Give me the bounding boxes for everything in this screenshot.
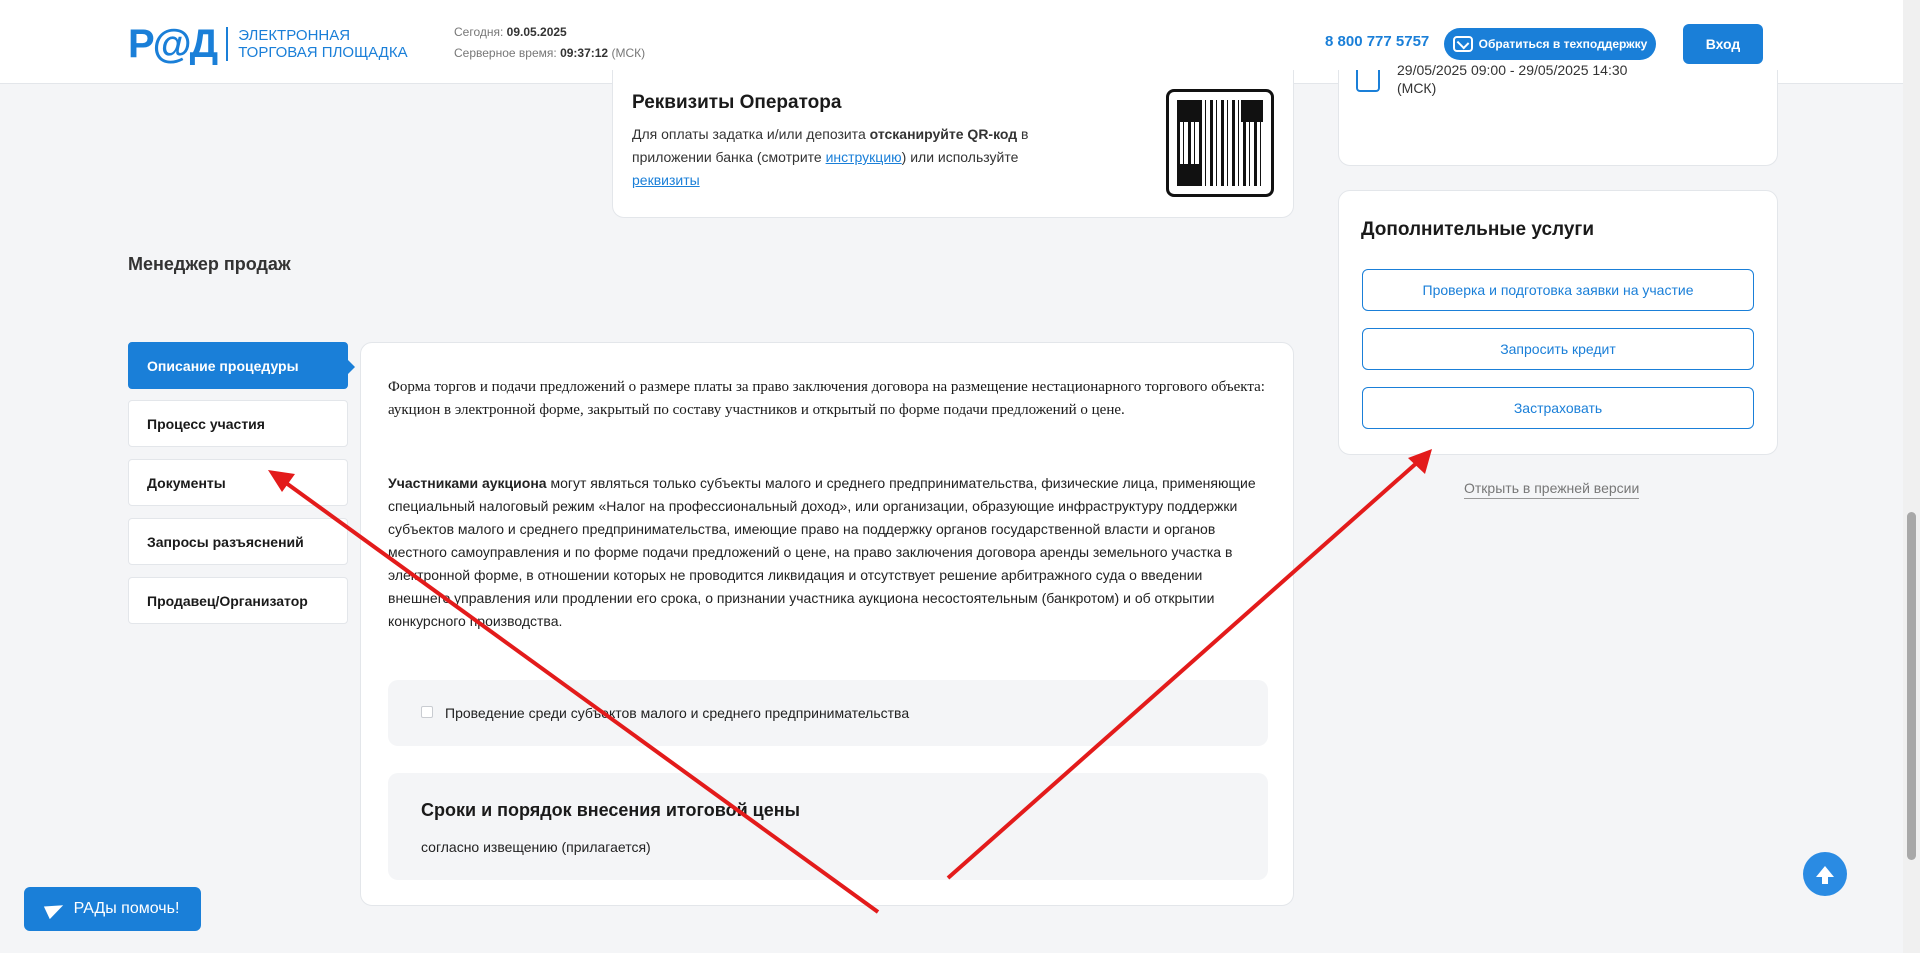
- phone-link[interactable]: 8 800 777 5757: [1325, 33, 1429, 50]
- tab-procedure-description[interactable]: Описание процедуры: [128, 342, 355, 389]
- date-info: Сегодня: 09.05.2025 Серверное время: 09:…: [454, 22, 645, 64]
- procedure-form-text: Форма торгов и подачи предложений о разм…: [388, 379, 1265, 418]
- final-price-block: Сроки и порядок внесения итоговой цены с…: [388, 773, 1268, 880]
- page-scrollbar[interactable]: [1903, 0, 1920, 953]
- support-button-label: Обратиться в техподдержку: [1478, 37, 1648, 51]
- schedule-card: 29/05/2025 09:00 - 29/05/2025 14:30 (МСК…: [1338, 62, 1778, 166]
- old-version-link[interactable]: Открыть в прежней версии: [1464, 480, 1640, 499]
- requisites-text-1: Для оплаты задатка и/или депозита: [632, 126, 870, 142]
- services-title: Дополнительные услуги: [1361, 219, 1595, 240]
- tab-clarification-requests[interactable]: Запросы разъяснений: [128, 518, 348, 565]
- envelope-icon: [1452, 36, 1473, 52]
- today-value: 09.05.2025: [506, 25, 567, 39]
- schedule-dates: 29/05/2025 09:00 - 29/05/2025 14:30: [1397, 62, 1628, 78]
- check-application-button[interactable]: Проверка и подготовка заявки на участие: [1362, 269, 1754, 311]
- arrow-up-icon: [1816, 865, 1834, 884]
- login-button[interactable]: Вход: [1683, 24, 1763, 64]
- tab-documents[interactable]: Документы: [128, 459, 348, 506]
- logo-text-line1: Электронная: [238, 27, 351, 44]
- requisites-link[interactable]: реквизиты: [632, 172, 700, 188]
- today-label: Сегодня:: [454, 25, 504, 39]
- tab-participation-process[interactable]: Процесс участия: [128, 400, 348, 447]
- smsp-checkbox[interactable]: [421, 706, 433, 718]
- procedure-description-panel: Форма торгов и подачи предложений о разм…: [360, 342, 1294, 906]
- final-price-text: согласно извещению (прилагается): [421, 839, 651, 855]
- help-button[interactable]: РАДы помочь!: [24, 887, 201, 931]
- schedule-text: 29/05/2025 09:00 - 29/05/2025 14:30 (МСК…: [1397, 62, 1657, 97]
- participants-text: Участниками аукциона могут являться толь…: [388, 472, 1268, 633]
- schedule-tz: (МСК): [1397, 80, 1437, 96]
- smsp-label: Проведение среди субъектов малого и сред…: [445, 705, 910, 721]
- requisites-text-bold: отсканируйте QR-код: [869, 126, 1018, 142]
- requisites-title: Реквизиты Оператора: [632, 92, 842, 113]
- request-credit-button[interactable]: Запросить кредит: [1362, 328, 1754, 370]
- logo-mark: Р@Д: [128, 22, 218, 66]
- scrollbar-thumb[interactable]: [1907, 512, 1916, 860]
- smsp-block: Проведение среди субъектов малого и сред…: [388, 680, 1268, 746]
- final-price-title: Сроки и порядок внесения итоговой цены: [421, 800, 800, 820]
- participants-body: могут являться только субъекты малого и …: [388, 475, 1256, 629]
- calendar-icon: [1356, 70, 1380, 92]
- today-row: Сегодня: 09.05.2025: [454, 22, 645, 43]
- help-button-label: РАДы помочь!: [73, 900, 180, 917]
- server-time-label: Серверное время:: [454, 46, 557, 60]
- instruction-link[interactable]: инструкцию: [826, 149, 902, 165]
- participants-bold: Участниками аукциона: [388, 475, 547, 491]
- telegram-icon: [43, 898, 66, 920]
- requisites-text: Для оплаты задатка и/или депозита отскан…: [632, 123, 1072, 192]
- qr-code: [1166, 89, 1274, 197]
- logo-text: Электронная торговая площадка: [226, 27, 408, 61]
- server-time-value: 09:37:12: [560, 46, 609, 60]
- tab-seller-organizer[interactable]: Продавец/Организатор: [128, 577, 348, 624]
- qr-code-image: [1177, 100, 1263, 186]
- server-time-tz: (МСК): [611, 46, 646, 60]
- support-button[interactable]: Обратиться в техподдержку: [1444, 28, 1656, 60]
- insure-button[interactable]: Застраховать: [1362, 387, 1754, 429]
- additional-services-card: Дополнительные услуги Проверка и подгото…: [1338, 190, 1778, 455]
- scroll-to-top-button[interactable]: [1803, 852, 1847, 896]
- operator-requisites-card: Реквизиты Оператора Для оплаты задатка и…: [612, 70, 1294, 218]
- server-time-row: Серверное время: 09:37:12 (МСК): [454, 43, 645, 64]
- logo[interactable]: Р@Д Электронная торговая площадка: [128, 24, 408, 64]
- logo-text-line2: торговая площадка: [238, 44, 408, 61]
- requisites-text-3: ) или используйте: [901, 149, 1019, 165]
- sales-manager-heading: Менеджер продаж: [128, 254, 291, 274]
